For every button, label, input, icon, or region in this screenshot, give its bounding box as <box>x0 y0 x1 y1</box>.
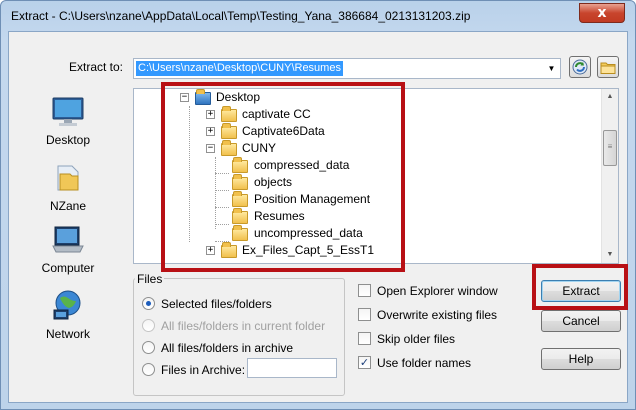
tree-item-label: Ex_Files_Capt_5_EssT1 <box>242 243 375 257</box>
new-folder-icon <box>600 62 616 74</box>
place-label: Desktop <box>45 133 91 147</box>
tree-item-label: CUNY <box>242 141 277 155</box>
checkbox-label: Skip older files <box>377 332 456 346</box>
tree-item-label: captivate CC <box>242 107 311 121</box>
tree-connector <box>189 106 190 242</box>
tree-scrollbar[interactable]: ▲ ≡ ▼ <box>601 89 618 263</box>
folder-icon <box>232 208 248 224</box>
place-label: Network <box>45 327 90 341</box>
collapse-icon[interactable]: − <box>206 144 215 153</box>
new-folder-button[interactable] <box>597 56 619 78</box>
tree-item-label: Captivate6Data <box>242 124 325 138</box>
cancel-button[interactable]: Cancel <box>541 310 621 332</box>
place-label: NZane <box>49 199 87 213</box>
chevron-down-icon[interactable]: ▼ <box>543 59 560 78</box>
desktop-folder-icon <box>195 89 211 105</box>
place-computer[interactable]: Computer <box>13 224 123 275</box>
help-button[interactable]: Help <box>541 348 621 370</box>
folder-tree[interactable]: − Desktop + captivate CC + Captivate6Dat… <box>133 88 619 264</box>
expand-icon[interactable]: + <box>206 110 215 119</box>
window-title: Extract - C:\Users\nzane\AppData\Local\T… <box>11 9 471 23</box>
folder-icon <box>221 242 237 258</box>
expand-icon[interactable]: + <box>206 127 215 136</box>
checkbox-label: Use folder names <box>377 356 472 370</box>
checkbox-label: Open Explorer window <box>377 284 498 298</box>
checkbox-overwrite[interactable] <box>358 308 371 321</box>
tree-item-label: compressed_data <box>254 158 350 172</box>
refresh-button[interactable] <box>569 56 591 78</box>
tree-connector <box>215 157 216 229</box>
tree-item-label: Position Management <box>254 192 371 206</box>
checkbox-use-folder-names[interactable]: ✓ <box>358 356 371 369</box>
computer-icon <box>52 226 84 253</box>
extract-path-value[interactable]: C:\Users\nzane\Desktop\CUNY\Resumes <box>136 61 343 76</box>
folder-open-icon <box>221 140 237 156</box>
place-label: Computer <box>41 261 95 275</box>
collapse-icon[interactable]: − <box>180 93 189 102</box>
place-network[interactable]: Network <box>13 288 123 341</box>
desktop-icon <box>52 97 84 126</box>
tree-item-label: uncompressed_data <box>254 226 363 240</box>
expand-icon[interactable]: + <box>206 246 215 255</box>
close-button[interactable]: x <box>579 3 625 23</box>
checkbox-skip-older[interactable] <box>358 332 371 345</box>
radio-label: Files in Archive: <box>161 363 246 377</box>
tree-connector <box>215 190 229 191</box>
radio-label: Selected files/folders <box>161 297 272 311</box>
scroll-thumb[interactable]: ≡ <box>603 130 617 166</box>
scroll-down-icon[interactable]: ▼ <box>602 247 618 263</box>
folder-icon <box>221 123 237 139</box>
files-group <box>133 278 345 396</box>
checkbox-open-explorer[interactable] <box>358 284 371 297</box>
extract-dialog: Extract - C:\Users\nzane\AppData\Local\T… <box>0 0 636 410</box>
tree-item-label: Resumes <box>254 209 305 223</box>
title-bar[interactable]: Extract - C:\Users\nzane\AppData\Local\T… <box>1 1 635 31</box>
radio-all-current-folder <box>142 319 155 332</box>
tree-connector <box>215 224 229 225</box>
radio-all-in-archive[interactable] <box>142 341 155 354</box>
radio-label: All files/folders in archive <box>161 341 294 355</box>
refresh-icon <box>572 59 588 75</box>
folder-icon <box>232 225 248 241</box>
place-desktop[interactable]: Desktop <box>13 96 123 147</box>
radio-label: All files/folders in current folder <box>161 319 326 333</box>
user-folder-icon <box>57 165 79 191</box>
tree-item-label: Desktop <box>216 90 261 104</box>
tree-item-label: objects <box>254 175 293 189</box>
folder-icon <box>232 191 248 207</box>
tree-connector <box>215 173 229 174</box>
folder-icon <box>232 174 248 190</box>
files-group-legend: Files <box>135 272 165 286</box>
radio-selected-files[interactable] <box>142 297 155 310</box>
extract-button[interactable]: Extract <box>541 280 621 302</box>
tree-connector <box>215 207 229 208</box>
dialog-body: Extract to: C:\Users\nzane\Desktop\CUNY\… <box>8 31 628 403</box>
files-in-archive-input[interactable] <box>247 358 337 378</box>
extract-path-combo[interactable]: C:\Users\nzane\Desktop\CUNY\Resumes ▼ <box>133 58 561 79</box>
folder-icon <box>221 106 237 122</box>
extract-to-label: Extract to: <box>69 60 124 74</box>
place-nzane[interactable]: NZane <box>13 162 123 213</box>
scroll-up-icon[interactable]: ▲ <box>602 89 618 105</box>
checkbox-label: Overwrite existing files <box>377 308 498 322</box>
network-icon <box>53 290 81 320</box>
radio-files-in-archive[interactable] <box>142 363 155 376</box>
folder-icon <box>232 157 248 173</box>
